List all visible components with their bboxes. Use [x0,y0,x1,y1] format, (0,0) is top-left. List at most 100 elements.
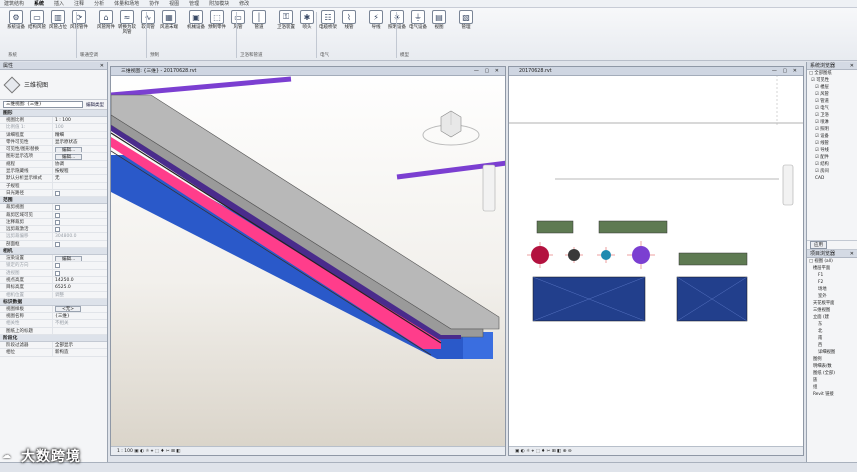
tree-item[interactable]: ☑ 设备 [809,133,857,140]
property-value[interactable]: 协调 [52,160,107,168]
tree-item[interactable]: 天花板平面 [809,300,857,307]
tree-item[interactable]: 图例 [809,356,857,363]
tree-item[interactable]: CAD [809,175,857,182]
property-value[interactable]: 新构造 [52,349,107,356]
ribbon-button[interactable]: ✱ 喷头 [297,10,317,48]
property-value[interactable]: 按规程 [52,168,107,175]
menu-tab[interactable]: 插入 [54,0,64,7]
property-value[interactable] [52,204,107,211]
apply-button[interactable]: 应用 [810,241,827,249]
property-value[interactable]: 1 : 100 [52,117,107,124]
close-icon[interactable]: ✕ [100,63,104,69]
property-section-header[interactable]: 范围 [0,197,107,205]
ribbon-button[interactable]: ▣ 机械设备 [186,10,206,48]
tree-item[interactable]: 明细表/数 [809,363,857,370]
property-checkbox[interactable] [55,212,60,218]
tree-item[interactable]: 东 [809,321,857,328]
ribbon-button[interactable]: ⚿ 卫浴装置 [276,10,296,48]
tree-item[interactable]: 西 [809,342,857,349]
tree-item[interactable]: 立面 (建 [809,314,857,321]
edit-type-button[interactable]: 编辑类型 [86,102,104,108]
property-checkbox[interactable] [55,227,60,233]
menu-tab[interactable]: 管理 [189,0,199,7]
window-controls[interactable]: — ▢ ✕ [474,67,501,76]
property-value[interactable] [52,189,107,197]
menu-tab[interactable]: 协作 [149,0,159,7]
tree-item[interactable]: 北 [809,328,857,335]
menu-tab[interactable]: 注释 [74,0,84,7]
view-controls-icons[interactable]: ▣ ◐ ☼ ⌖ ⬚ ♦ ✂ ⊞ ◧ [134,449,180,454]
tree-item[interactable]: ☑ 喷淋 [809,119,857,126]
property-section-header[interactable]: 标识数据 [0,298,107,306]
view-scale[interactable]: 1 : 100 [117,449,133,454]
ribbon-button[interactable]: ☷ 电缆桥架 [318,10,338,48]
property-value[interactable]: 编辑... [52,255,107,262]
property-value[interactable] [52,327,107,335]
property-value[interactable]: 100 [52,124,107,131]
tree-item[interactable]: ☑ 线管 [809,140,857,147]
property-value[interactable]: 304800.0 [52,233,107,240]
navigation-bar[interactable] [482,164,496,212]
tree-item[interactable]: ☑ 可见性 [809,77,857,84]
property-value[interactable]: 不相关 [52,320,107,327]
property-checkbox[interactable] [55,205,60,211]
view-2d[interactable]: 20170628.rvt — ▢ ✕ ▣ ◐ ☼ ⌖ ⬚ ♦ ✂ ⊞ ◧ ⊕ ⊖ [508,66,804,456]
property-value[interactable] [52,240,107,248]
view-controls-icons[interactable]: ▣ ◐ ☼ ⌖ ⬚ ♦ ✂ ⊞ ◧ ⊕ ⊖ [515,449,572,454]
property-checkbox[interactable] [55,219,60,225]
tree-item[interactable]: □ 全部图纸 [809,70,857,77]
property-value[interactable] [52,269,107,276]
ribbon-button[interactable]: ⚙ 系统设备 [6,10,26,48]
property-checkbox[interactable] [55,190,60,196]
property-value[interactable]: {三维} [52,313,107,320]
ribbon-button[interactable]: ⌇ 线管 [339,10,359,48]
property-value[interactable]: 显示原状态 [52,138,107,146]
tree-item[interactable]: 场地 [809,286,857,293]
ribbon-button[interactable]: ⌂ 风管附件 [96,10,116,48]
tree-item[interactable]: 族 [809,377,857,384]
close-icon[interactable]: ✕ [850,63,854,69]
property-section-header[interactable]: 相机 [0,248,107,256]
tree-item[interactable]: ☑ 照明 [809,126,857,133]
property-value[interactable] [52,182,107,189]
property-edit-button[interactable]: <无> [55,306,82,313]
property-value[interactable] [52,218,107,226]
tree-item[interactable]: 组 [809,384,857,391]
property-checkbox[interactable] [55,241,60,247]
tree-item[interactable]: ☑ 电气 [809,105,857,112]
property-checkbox[interactable] [55,270,60,276]
menu-tab[interactable]: 视图 [169,0,179,7]
tree-item[interactable]: F1 [809,272,857,279]
ribbon-button[interactable]: ∿ 软风管 [138,10,158,48]
property-value[interactable]: 14250.0 [52,276,107,284]
ribbon-button[interactable]: ⟳ 风管管件 [69,10,89,48]
ribbon-button[interactable]: ▭ 结构风管 [27,10,47,48]
tree-item[interactable]: ☑ 管道 [809,98,857,105]
menu-tab[interactable]: 附加模块 [209,0,229,7]
tree-item[interactable]: Revit 链接 [809,391,857,398]
view-cube-icon[interactable] [422,110,480,146]
tree-item[interactable]: ☑ 风管 [809,91,857,98]
ribbon-button[interactable]: ≈ 转换为软风管 [117,10,137,48]
ribbon-button[interactable]: ▥ 风管占位 [48,10,68,48]
property-value[interactable]: 调整 [52,291,107,298]
property-edit-button[interactable]: 编辑... [55,146,83,153]
property-value[interactable] [52,211,107,218]
tree-item[interactable]: 楼层平面 [809,265,857,272]
navigation-bar-2d[interactable] [782,164,794,206]
tree-item[interactable]: ☑ 卫浴 [809,112,857,119]
property-value[interactable] [52,262,107,269]
property-value[interactable]: 编辑... [52,153,107,160]
type-selector[interactable]: 三维视图 [0,70,107,100]
property-value[interactable]: 精细 [52,131,107,138]
property-value[interactable] [52,226,107,233]
ribbon-button[interactable]: │ 管道 [249,10,269,48]
ribbon-button[interactable]: ⚡ 导线 [366,10,386,48]
tree-item[interactable]: ☑ 导线 [809,147,857,154]
tree-item[interactable]: ☑ 配件 [809,154,857,161]
property-value[interactable]: <无> [52,305,107,313]
tree-item[interactable]: □ 视图 (all) [809,258,857,265]
property-value[interactable]: 编辑... [52,146,107,153]
tree-item[interactable]: F2 [809,279,857,286]
instance-selector[interactable]: 三维视图: {三维} [3,101,83,108]
